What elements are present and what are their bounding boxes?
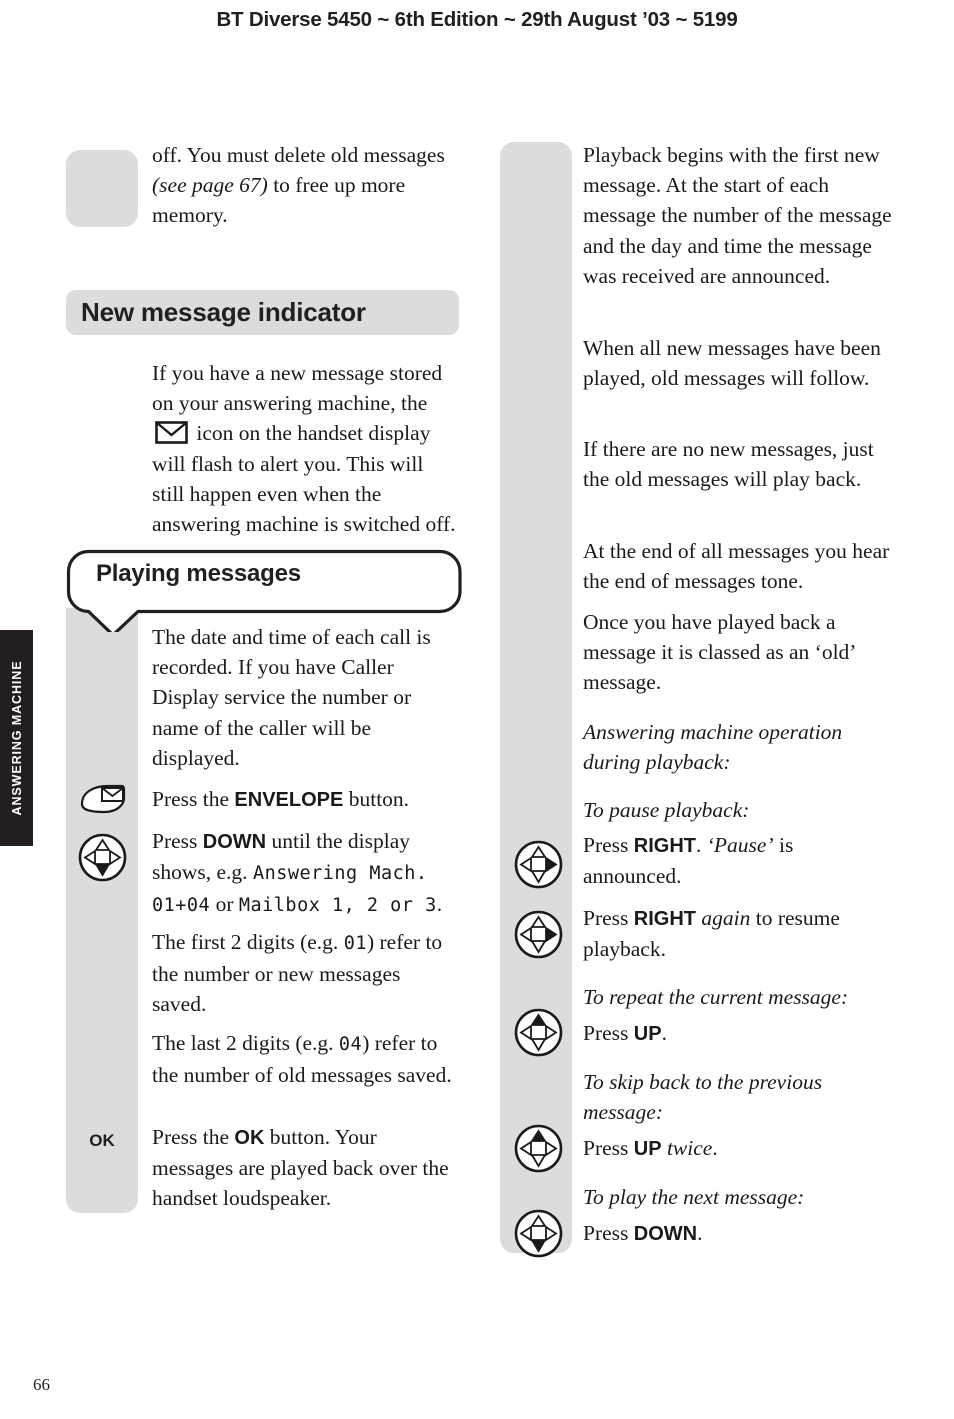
left-column: off. You must delete old messages (see p… <box>66 0 462 1419</box>
step-text-first-two-digits: The first 2 digits (e.g. 01) refer to th… <box>152 930 443 1017</box>
step-text-date-time: The date and time of each call is record… <box>152 625 431 770</box>
intro-text-post: icon on the handset display will flash t… <box>152 421 456 537</box>
item-text-press-up-twice: Press UP twice. <box>583 1136 718 1160</box>
envelope-button-icon <box>78 782 128 821</box>
paragraph-once-played-back: Once you have played back a message it i… <box>583 610 855 695</box>
paragraph-playback-begins: Playback begins with the first new messa… <box>583 143 892 288</box>
intro-text-pre: If you have a new message stored on your… <box>152 361 443 416</box>
item-text-press-right-pause: Press RIGHT. ‘Pause’ is announced. <box>583 833 794 889</box>
gutter-strip-top-right <box>500 142 572 716</box>
nav-key-up-icon <box>514 1124 563 1178</box>
paragraph-end-of-all: At the end of all messages you hear the … <box>583 539 890 594</box>
speech-bubble-heading-playing-messages: Playing messages <box>66 548 463 632</box>
nav-key-down-icon <box>78 833 127 887</box>
chapter-tab: ANSWERING MACHINE <box>0 630 33 846</box>
continued-paragraph: off. You must delete old messages (see p… <box>152 143 445 228</box>
item-text-press-down: Press DOWN. <box>583 1221 703 1245</box>
subheading-to-play-next: To play the next message: <box>583 1185 805 1209</box>
step-text-last-two-digits: The last 2 digits (e.g. 04) refer to the… <box>152 1031 452 1088</box>
step-text-press-down: Press DOWN until the display shows, e.g.… <box>152 829 443 917</box>
nav-key-right-icon <box>514 910 563 964</box>
paragraph-if-no-new: If there are no new messages, just the o… <box>583 437 874 492</box>
ok-button-label: OK <box>89 1131 115 1150</box>
section-heading-new-message-indicator: New message indicator <box>66 290 459 335</box>
nav-key-down-icon <box>514 1209 563 1263</box>
step-text-press-envelope: Press the ENVELOPE button. <box>152 787 410 811</box>
step-text-press-ok: Press the OK button. Your messages are p… <box>152 1125 449 1211</box>
subheading-to-skip-back: To skip back to the previous message: <box>583 1070 823 1125</box>
gutter-strip-main-left <box>66 608 138 1213</box>
item-text-press-up: Press UP. <box>583 1021 667 1045</box>
nav-key-right-icon <box>514 840 563 894</box>
new-message-indicator-paragraph: If you have a new message stored on your… <box>152 358 459 539</box>
gutter-strip-top-left <box>66 150 138 227</box>
subheading-operation-during-playback: Answering machine operation during playb… <box>583 720 843 775</box>
page-number: 66 <box>33 1375 50 1394</box>
item-text-press-right-again: Press RIGHT again to resume playback. <box>583 906 840 962</box>
right-column: Playback begins with the first new messa… <box>500 0 893 1419</box>
chapter-tab-label: ANSWERING MACHINE <box>9 660 24 816</box>
section-heading-label: New message indicator <box>81 297 366 327</box>
nav-key-up-icon <box>514 1008 563 1062</box>
subheading-to-repeat-current: To repeat the current message: <box>583 985 849 1009</box>
envelope-icon <box>155 421 188 445</box>
paragraph-when-all-new: When all new messages have been played, … <box>583 336 881 391</box>
speech-bubble-label: Playing messages <box>96 560 301 587</box>
subheading-to-pause-playback: To pause playback: <box>583 798 750 822</box>
